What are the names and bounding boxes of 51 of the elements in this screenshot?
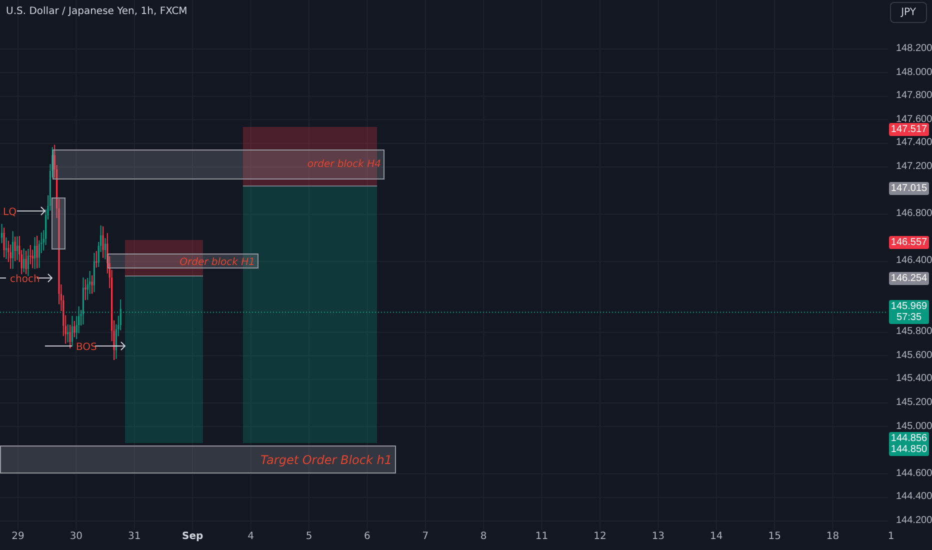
date-tick-label: 4 — [246, 531, 255, 542]
date-tick-label: Sep — [181, 531, 204, 542]
date-tick-label: 29 — [10, 531, 26, 542]
price-tick-label: 144.600 — [896, 466, 932, 481]
annotation-label: LQ — [3, 207, 16, 218]
price-tick-label: 147.200 — [896, 160, 932, 174]
price-tick-label: 148.000 — [896, 66, 932, 80]
annotation-label: Order block H1 — [180, 257, 255, 268]
date-tick-label: 30 — [68, 531, 84, 542]
annotation-label: BOS — [76, 342, 97, 353]
date-tick-label: 14 — [709, 531, 724, 542]
price-badge-text: 146.254 — [890, 272, 928, 284]
price-tick-label: 145.800 — [896, 325, 932, 340]
price-badge-text: 144.850 — [890, 444, 928, 455]
price-badge-text: 57:35 — [896, 312, 922, 324]
chart-title: U.S. Dollar / Japanese Yen, 1h, FXCM — [6, 6, 188, 17]
date-tick-label: 11 — [534, 531, 550, 542]
price-tick-label: 144.200 — [896, 514, 932, 528]
price-tick-label: 144.400 — [896, 490, 932, 504]
date-tick-label: 18 — [825, 531, 840, 542]
arrow — [16, 206, 46, 216]
date-tick-label: 31 — [127, 531, 142, 542]
price-tick-label: 145.200 — [896, 396, 932, 410]
price-tick-label: 147.400 — [896, 136, 932, 150]
liquidity-box — [52, 198, 66, 250]
annotation-label: Target Order Block h1 — [260, 453, 392, 467]
date-tick-label: 15 — [767, 531, 782, 542]
price-badge-text: 147.015 — [890, 182, 928, 194]
date-tick-label: 8 — [479, 531, 488, 542]
price-tick-label: 146.800 — [896, 207, 932, 222]
price-tick-label: 146.400 — [896, 254, 932, 268]
date-tick-label: 12 — [592, 531, 608, 542]
date-tick-label: 7 — [421, 531, 430, 542]
price-badge-text: 145.969 — [890, 301, 928, 312]
currency-button[interactable]: JPY — [890, 2, 927, 23]
price-badge-text: 147.517 — [890, 124, 928, 135]
annotation-label: choch — [10, 274, 40, 285]
price-badge-text: 146.557 — [890, 236, 928, 248]
price-tick-label: 145.400 — [896, 372, 932, 386]
date-tick-label: 13 — [650, 531, 666, 542]
annotation-label: order block H4 — [307, 159, 381, 170]
price-tick-label: 147.600 — [896, 112, 932, 125]
date-tick-label: 5 — [304, 531, 314, 542]
arrow — [94, 342, 126, 350]
date-tick-label: 1 — [886, 531, 896, 542]
date-tick-label: 6 — [363, 531, 372, 542]
price-tick-label: 145.600 — [896, 348, 932, 363]
price-tick-label: 145.000 — [896, 420, 932, 434]
price-tick-label: 147.800 — [896, 89, 932, 104]
price-badge-text: 144.856 — [890, 432, 928, 444]
price-tick-label: 148.200 — [896, 42, 932, 56]
